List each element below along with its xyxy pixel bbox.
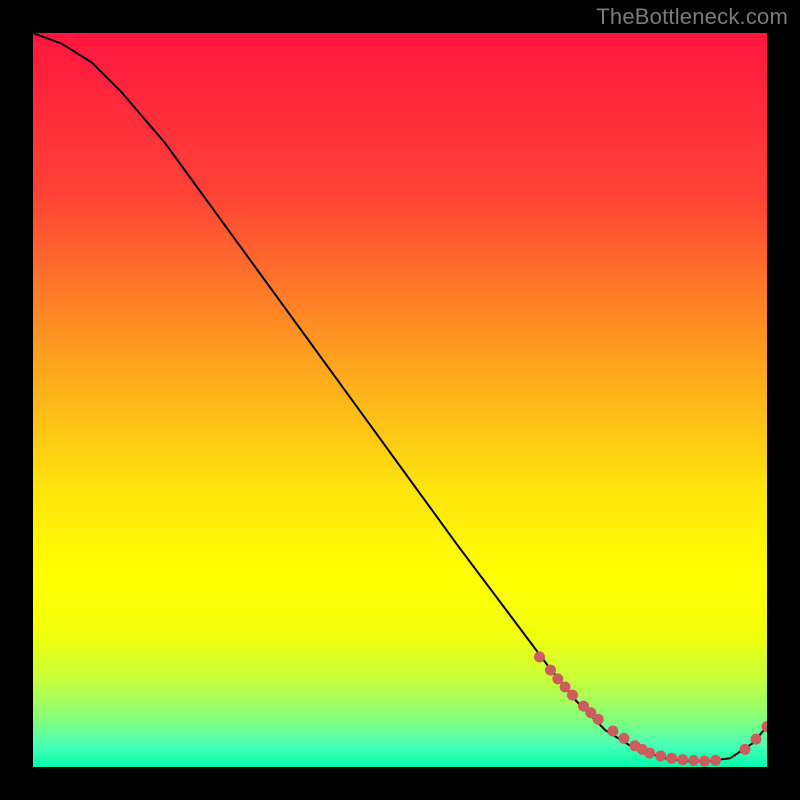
marker-dot [607, 726, 618, 737]
watermark-text: TheBottleneck.com [596, 4, 788, 30]
marker-dot [710, 755, 721, 766]
marker-dot [534, 651, 545, 662]
marker-dot [618, 733, 629, 744]
chart-svg [33, 33, 767, 767]
marker-dot [699, 756, 710, 767]
marker-dot [688, 755, 699, 766]
chart-frame: TheBottleneck.com [0, 0, 800, 800]
marker-dot [593, 714, 604, 725]
marker-dot [560, 682, 571, 693]
gradient-rect [33, 33, 767, 767]
plot-area [33, 33, 767, 767]
marker-dot [751, 734, 762, 745]
marker-dot [644, 748, 655, 759]
marker-dot [666, 753, 677, 764]
marker-dot [545, 665, 556, 676]
marker-dot [677, 754, 688, 765]
marker-dot [567, 690, 578, 701]
marker-dot [655, 751, 666, 762]
marker-dot [740, 744, 751, 755]
